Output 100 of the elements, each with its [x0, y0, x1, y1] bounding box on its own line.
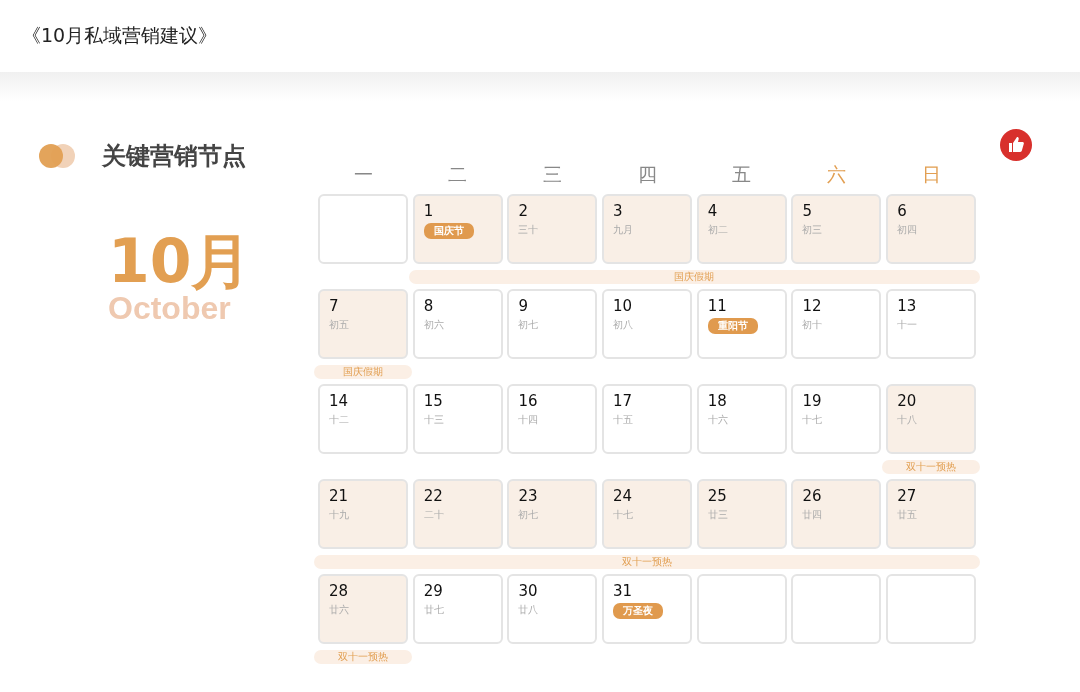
calendar-day-cell[interactable]: 24 十七 [602, 479, 693, 549]
day-number: 24 [613, 487, 633, 505]
lunar-date: 十八 [897, 413, 918, 427]
weekday-label: 二 [447, 162, 469, 187]
calendar-day-cell[interactable]: 25 廿三 [696, 479, 787, 549]
day-number: 29 [423, 582, 443, 600]
period-band: 国庆假期 [314, 364, 412, 379]
lunar-date: 十四 [518, 413, 539, 427]
day-number: 18 [707, 392, 727, 410]
lunar-date: 廿五 [897, 508, 918, 522]
day-number: 26 [802, 487, 822, 505]
day-number: 15 [423, 392, 443, 410]
lunar-date: 初八 [613, 318, 634, 332]
day-number: 4 [707, 202, 718, 220]
weekday-label: 日 [920, 162, 942, 187]
day-number: 28 [329, 582, 349, 600]
day-number: 19 [802, 392, 822, 410]
calendar-day-cell[interactable]: 23 初七 [507, 479, 598, 549]
calendar-day-cell[interactable]: 31 万圣夜 [602, 574, 693, 644]
day-number: 20 [897, 392, 917, 410]
festival-tag: 万圣夜 [613, 603, 664, 619]
calendar-day-cell[interactable]: 16 十四 [507, 384, 598, 454]
calendar-day-cell[interactable]: 30 廿八 [507, 574, 598, 644]
lunar-date: 廿四 [802, 508, 823, 522]
calendar-day-cell[interactable]: 7 初五 [318, 289, 408, 359]
calendar-day-cell[interactable]: 6 初四 [886, 194, 977, 264]
day-number: 27 [897, 487, 917, 505]
lunar-date: 十六 [707, 413, 728, 427]
day-number: 21 [329, 487, 349, 505]
day-number: 31 [613, 582, 633, 600]
lunar-date: 廿三 [707, 508, 728, 522]
day-number: 12 [802, 297, 822, 315]
lunar-date: 廿六 [329, 603, 349, 617]
lunar-date: 三十 [518, 223, 539, 237]
weekday-label: 五 [731, 162, 753, 187]
two-circles-icon [38, 143, 76, 169]
calendar-day-cell[interactable]: 28 廿六 [318, 574, 408, 644]
period-band: 国庆假期 [408, 269, 981, 284]
calendar-day-cell[interactable]: 12 初十 [791, 289, 882, 359]
calendar-day-cell[interactable]: 1 国庆节 [412, 194, 503, 264]
day-number: 22 [423, 487, 443, 505]
lunar-date: 初五 [329, 318, 349, 332]
calendar-day-cell[interactable]: 3 九月 [602, 194, 693, 264]
weekday-label: 三 [541, 162, 563, 187]
page-title: 《10月私域营销建议》 [22, 23, 218, 48]
calendar-day-cell[interactable]: 11 重阳节 [696, 289, 787, 359]
lunar-date: 初七 [518, 508, 539, 522]
calendar-day-cell[interactable]: 21 十九 [318, 479, 408, 549]
lunar-date: 十九 [329, 508, 349, 522]
calendar-day-cell[interactable]: 20 十八 [886, 384, 977, 454]
lunar-date: 廿七 [423, 603, 444, 617]
day-number: 25 [707, 487, 727, 505]
day-number: 11 [707, 297, 727, 315]
lunar-date: 十七 [613, 508, 634, 522]
festival-tag: 重阳节 [707, 318, 758, 334]
lunar-date: 十七 [802, 413, 823, 427]
calendar-day-cell[interactable]: 18 十六 [696, 384, 787, 454]
calendar-day-cell[interactable]: 15 十三 [412, 384, 503, 454]
calendar-day-cell[interactable]: 26 廿四 [791, 479, 882, 549]
calendar-day-cell[interactable]: 8 初六 [412, 289, 503, 359]
calendar-day-cell[interactable]: 29 廿七 [412, 574, 503, 644]
day-number: 10 [613, 297, 633, 315]
month-english-label: October [108, 292, 231, 324]
section-title: 关键营销节点 [102, 141, 246, 172]
lunar-date: 初七 [518, 318, 539, 332]
thumbs-up-icon [999, 128, 1033, 162]
day-number: 16 [518, 392, 538, 410]
calendar-day-cell[interactable]: 19 十七 [791, 384, 882, 454]
calendar-day-cell[interactable]: 5 初三 [791, 194, 882, 264]
month-label: 10月 [108, 230, 253, 292]
period-band: 双十一预热 [314, 554, 981, 569]
day-number: 17 [613, 392, 633, 410]
lunar-date: 十五 [613, 413, 634, 427]
lunar-date: 初三 [802, 223, 823, 237]
day-number: 5 [802, 202, 812, 220]
weekday-label: 四 [636, 162, 658, 187]
calendar-day-cell[interactable]: 27 廿五 [886, 479, 977, 549]
day-number: 6 [897, 202, 907, 220]
calendar-day-cell[interactable]: 10 初八 [602, 289, 693, 359]
day-number: 8 [423, 297, 434, 315]
lunar-date: 九月 [613, 223, 634, 237]
period-band: 双十一预热 [882, 459, 981, 474]
day-number: 3 [613, 202, 623, 220]
day-number: 30 [518, 582, 538, 600]
day-number: 9 [518, 297, 528, 315]
lunar-date: 十三 [423, 413, 444, 427]
lunar-date: 廿八 [518, 603, 539, 617]
lunar-date: 初四 [897, 223, 918, 237]
festival-tag: 国庆节 [423, 223, 474, 239]
calendar-day-cell[interactable]: 2 三十 [507, 194, 598, 264]
period-band: 双十一预热 [314, 649, 412, 664]
lunar-date: 初六 [423, 318, 444, 332]
calendar-day-cell[interactable]: 9 初七 [507, 289, 598, 359]
weekday-label: 一 [352, 162, 374, 187]
day-number: 23 [518, 487, 538, 505]
lunar-date: 初十 [802, 318, 823, 332]
day-number: 2 [518, 202, 528, 220]
day-number: 1 [423, 202, 434, 220]
day-number: 7 [329, 297, 339, 315]
calendar-day-cell[interactable]: 17 十五 [602, 384, 693, 454]
